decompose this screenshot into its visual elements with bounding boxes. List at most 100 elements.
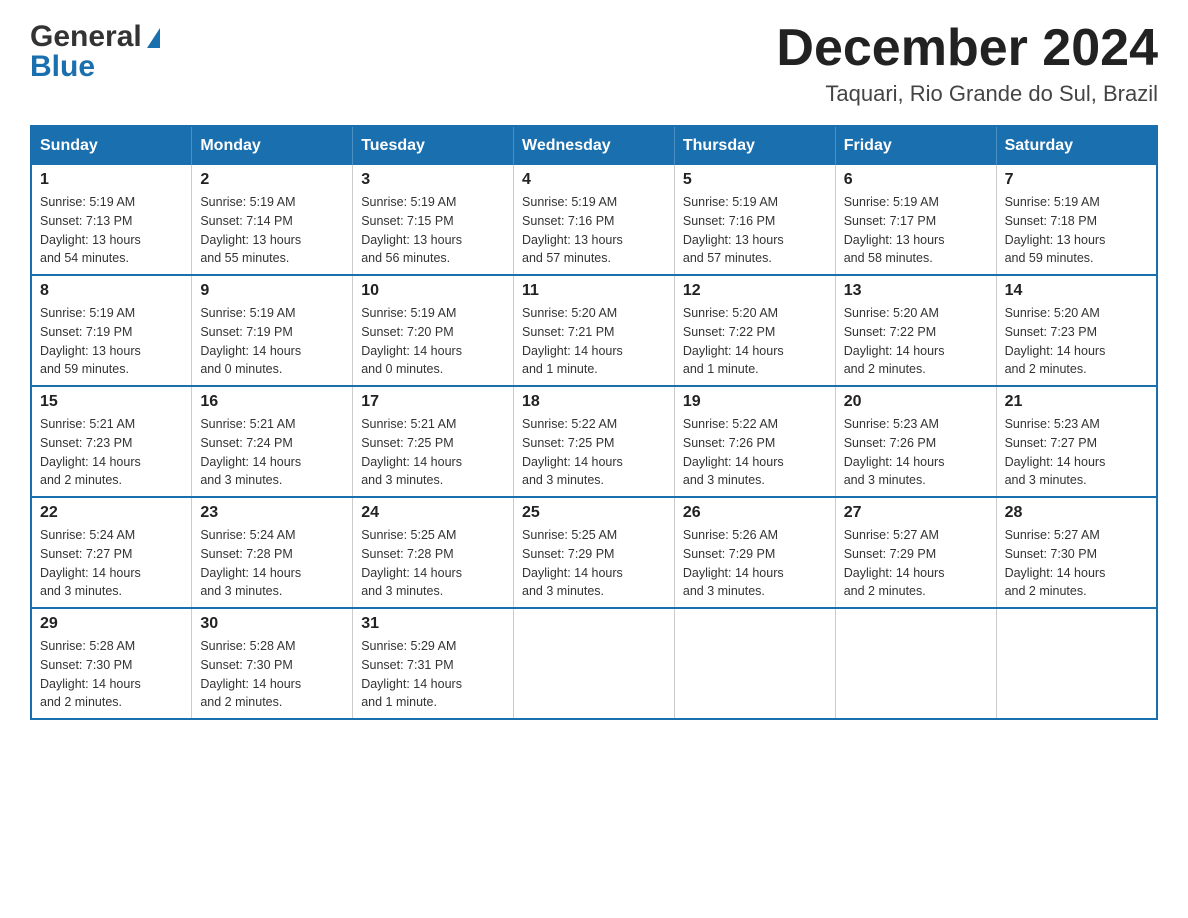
calendar-day-cell: 17 Sunrise: 5:21 AMSunset: 7:25 PMDayligh…: [353, 386, 514, 497]
day-info: Sunrise: 5:27 AMSunset: 7:29 PMDaylight:…: [844, 526, 988, 601]
calendar-day-cell: 25 Sunrise: 5:25 AMSunset: 7:29 PMDayligh…: [514, 497, 675, 608]
day-number: 1: [40, 171, 183, 189]
day-of-week-header: Tuesday: [353, 126, 514, 165]
calendar-day-cell: 23 Sunrise: 5:24 AMSunset: 7:28 PMDayligh…: [192, 497, 353, 608]
day-info: Sunrise: 5:20 AMSunset: 7:23 PMDaylight:…: [1005, 304, 1148, 379]
calendar-day-cell: 15 Sunrise: 5:21 AMSunset: 7:23 PMDayligh…: [31, 386, 192, 497]
day-number: 7: [1005, 171, 1148, 189]
calendar-header-row: SundayMondayTuesdayWednesdayThursdayFrid…: [31, 126, 1157, 165]
day-info: Sunrise: 5:21 AMSunset: 7:23 PMDaylight:…: [40, 415, 183, 490]
calendar-day-cell: 3 Sunrise: 5:19 AMSunset: 7:15 PMDaylight…: [353, 165, 514, 275]
calendar-day-cell: 7Sunrise: 5:19 AMSunset: 7:18 PMDaylight…: [996, 165, 1157, 275]
day-number: 6: [844, 171, 988, 189]
calendar-day-cell: 1Sunrise: 5:19 AMSunset: 7:13 PMDaylight…: [31, 165, 192, 275]
day-info: Sunrise: 5:28 AMSunset: 7:30 PMDaylight:…: [200, 637, 344, 712]
calendar-week-row: 1Sunrise: 5:19 AMSunset: 7:13 PMDaylight…: [31, 165, 1157, 275]
calendar-day-cell: 12Sunrise: 5:20 AMSunset: 7:22 PMDayligh…: [674, 275, 835, 386]
day-number: 17: [361, 393, 505, 411]
calendar-day-cell: [835, 608, 996, 719]
day-number: 18: [522, 393, 666, 411]
calendar-day-cell: 26 Sunrise: 5:26 AMSunset: 7:29 PMDayligh…: [674, 497, 835, 608]
day-number: 24: [361, 504, 505, 522]
month-year-title: December 2024: [776, 20, 1158, 77]
calendar-day-cell: 29 Sunrise: 5:28 AMSunset: 7:30 PMDayligh…: [31, 608, 192, 719]
day-info: Sunrise: 5:27 AMSunset: 7:30 PMDaylight:…: [1005, 526, 1148, 601]
calendar-day-cell: 16Sunrise: 5:21 AMSunset: 7:24 PMDayligh…: [192, 386, 353, 497]
calendar-day-cell: [996, 608, 1157, 719]
day-info: Sunrise: 5:19 AMSunset: 7:19 PMDaylight:…: [40, 304, 183, 379]
day-info: Sunrise: 5:25 AMSunset: 7:29 PMDaylight:…: [522, 526, 666, 601]
day-number: 11: [522, 282, 666, 300]
day-number: 25: [522, 504, 666, 522]
calendar-day-cell: 11 Sunrise: 5:20 AMSunset: 7:21 PMDayligh…: [514, 275, 675, 386]
day-number: 31: [361, 615, 505, 633]
calendar-day-cell: 9Sunrise: 5:19 AMSunset: 7:19 PMDaylight…: [192, 275, 353, 386]
day-number: 3: [361, 171, 505, 189]
location-subtitle: Taquari, Rio Grande do Sul, Brazil: [776, 81, 1158, 107]
calendar-day-cell: 21 Sunrise: 5:23 AMSunset: 7:27 PMDayligh…: [996, 386, 1157, 497]
page-header: General Blue December 2024 Taquari, Rio …: [30, 20, 1158, 107]
day-of-week-header: Wednesday: [514, 126, 675, 165]
day-number: 19: [683, 393, 827, 411]
day-number: 22: [40, 504, 183, 522]
calendar-day-cell: 13 Sunrise: 5:20 AMSunset: 7:22 PMDayligh…: [835, 275, 996, 386]
day-info: Sunrise: 5:20 AMSunset: 7:22 PMDaylight:…: [844, 304, 988, 379]
day-info: Sunrise: 5:23 AMSunset: 7:26 PMDaylight:…: [844, 415, 988, 490]
day-number: 26: [683, 504, 827, 522]
day-of-week-header: Monday: [192, 126, 353, 165]
calendar-day-cell: 24Sunrise: 5:25 AMSunset: 7:28 PMDayligh…: [353, 497, 514, 608]
day-of-week-header: Saturday: [996, 126, 1157, 165]
calendar-day-cell: 22 Sunrise: 5:24 AMSunset: 7:27 PMDayligh…: [31, 497, 192, 608]
calendar-week-row: 8 Sunrise: 5:19 AMSunset: 7:19 PMDaylight…: [31, 275, 1157, 386]
day-number: 5: [683, 171, 827, 189]
calendar-day-cell: 2 Sunrise: 5:19 AMSunset: 7:14 PMDaylight…: [192, 165, 353, 275]
calendar-day-cell: 20 Sunrise: 5:23 AMSunset: 7:26 PMDayligh…: [835, 386, 996, 497]
calendar-day-cell: 4 Sunrise: 5:19 AMSunset: 7:16 PMDaylight…: [514, 165, 675, 275]
day-of-week-header: Thursday: [674, 126, 835, 165]
day-number: 21: [1005, 393, 1148, 411]
day-info: Sunrise: 5:26 AMSunset: 7:29 PMDaylight:…: [683, 526, 827, 601]
calendar-week-row: 29 Sunrise: 5:28 AMSunset: 7:30 PMDayligh…: [31, 608, 1157, 719]
day-info: Sunrise: 5:19 AMSunset: 7:14 PMDaylight:…: [200, 193, 344, 268]
calendar-week-row: 22 Sunrise: 5:24 AMSunset: 7:27 PMDayligh…: [31, 497, 1157, 608]
calendar-day-cell: 18 Sunrise: 5:22 AMSunset: 7:25 PMDayligh…: [514, 386, 675, 497]
day-info: Sunrise: 5:24 AMSunset: 7:27 PMDaylight:…: [40, 526, 183, 601]
calendar-day-cell: 19 Sunrise: 5:22 AMSunset: 7:26 PMDayligh…: [674, 386, 835, 497]
day-number: 10: [361, 282, 505, 300]
day-number: 30: [200, 615, 344, 633]
calendar-day-cell: 6 Sunrise: 5:19 AMSunset: 7:17 PMDaylight…: [835, 165, 996, 275]
calendar-week-row: 15 Sunrise: 5:21 AMSunset: 7:23 PMDayligh…: [31, 386, 1157, 497]
day-info: Sunrise: 5:19 AMSunset: 7:17 PMDaylight:…: [844, 193, 988, 268]
day-number: 29: [40, 615, 183, 633]
calendar-table: SundayMondayTuesdayWednesdayThursdayFrid…: [30, 125, 1158, 720]
day-info: Sunrise: 5:22 AMSunset: 7:26 PMDaylight:…: [683, 415, 827, 490]
day-number: 13: [844, 282, 988, 300]
day-of-week-header: Friday: [835, 126, 996, 165]
day-number: 16: [200, 393, 344, 411]
calendar-day-cell: 28 Sunrise: 5:27 AMSunset: 7:30 PMDayligh…: [996, 497, 1157, 608]
day-info: Sunrise: 5:20 AMSunset: 7:21 PMDaylight:…: [522, 304, 666, 379]
day-info: Sunrise: 5:19 AMSunset: 7:16 PMDaylight:…: [683, 193, 827, 268]
day-number: 15: [40, 393, 183, 411]
day-info: Sunrise: 5:29 AMSunset: 7:31 PMDaylight:…: [361, 637, 505, 712]
day-info: Sunrise: 5:19 AMSunset: 7:15 PMDaylight:…: [361, 193, 505, 268]
day-number: 23: [200, 504, 344, 522]
calendar-day-cell: [514, 608, 675, 719]
logo-blue-text: Blue: [30, 50, 95, 84]
day-info: Sunrise: 5:28 AMSunset: 7:30 PMDaylight:…: [40, 637, 183, 712]
day-number: 28: [1005, 504, 1148, 522]
day-number: 20: [844, 393, 988, 411]
day-info: Sunrise: 5:22 AMSunset: 7:25 PMDaylight:…: [522, 415, 666, 490]
day-info: Sunrise: 5:21 AMSunset: 7:25 PMDaylight:…: [361, 415, 505, 490]
day-info: Sunrise: 5:19 AMSunset: 7:16 PMDaylight:…: [522, 193, 666, 268]
day-info: Sunrise: 5:23 AMSunset: 7:27 PMDaylight:…: [1005, 415, 1148, 490]
calendar-day-cell: 31 Sunrise: 5:29 AMSunset: 7:31 PMDayligh…: [353, 608, 514, 719]
logo-arrow-icon: [147, 28, 160, 48]
day-info: Sunrise: 5:19 AMSunset: 7:20 PMDaylight:…: [361, 304, 505, 379]
calendar-day-cell: 30 Sunrise: 5:28 AMSunset: 7:30 PMDayligh…: [192, 608, 353, 719]
day-number: 8: [40, 282, 183, 300]
day-number: 4: [522, 171, 666, 189]
day-number: 2: [200, 171, 344, 189]
day-info: Sunrise: 5:24 AMSunset: 7:28 PMDaylight:…: [200, 526, 344, 601]
calendar-day-cell: 10 Sunrise: 5:19 AMSunset: 7:20 PMDayligh…: [353, 275, 514, 386]
